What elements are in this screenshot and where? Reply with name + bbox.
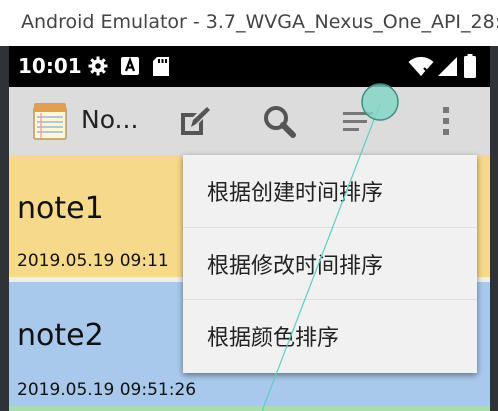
sort-by-created-time-item[interactable]: 根据创建时间排序 xyxy=(183,155,477,227)
status-time: 10:01 xyxy=(18,54,82,78)
notepad-app-icon xyxy=(33,103,67,140)
note-list-item[interactable] xyxy=(9,406,490,411)
sort-by-color-item[interactable]: 根据颜色排序 xyxy=(183,299,477,371)
a-notification-icon xyxy=(121,56,139,75)
window-edge-left xyxy=(0,46,9,411)
sort-popup-menu: 根据创建时间排序 根据修改时间排序 根据颜色排序 xyxy=(183,155,477,373)
window-edge-right xyxy=(490,46,498,411)
battery-icon xyxy=(464,54,476,78)
sort-button[interactable] xyxy=(336,99,380,143)
search-icon xyxy=(264,106,296,138)
note-title: note1 xyxy=(17,191,104,226)
search-button[interactable] xyxy=(257,99,301,143)
note-date: 2019.05.19 09:51:26 xyxy=(17,380,197,400)
app-title: No... xyxy=(81,105,139,134)
gear-icon xyxy=(88,56,108,76)
wifi-icon xyxy=(408,57,434,76)
status-bar: 10:01 xyxy=(9,46,490,87)
overflow-menu-icon xyxy=(443,107,449,135)
device-screen: 10:01 No... note1 2019.05.19 09:11 note2… xyxy=(9,46,490,411)
action-bar: No... xyxy=(9,87,490,155)
overflow-menu-button[interactable] xyxy=(424,99,468,143)
note-title: note2 xyxy=(17,318,104,353)
new-note-button[interactable] xyxy=(172,99,216,143)
note-date: 2019.05.19 09:11 xyxy=(17,251,169,271)
emulator-window-title: Android Emulator - 3.7_WVGA_Nexus_One_AP… xyxy=(0,0,498,46)
sort-by-modified-time-item[interactable]: 根据修改时间排序 xyxy=(183,227,477,299)
sd-card-icon xyxy=(153,57,169,76)
sort-icon xyxy=(343,112,373,131)
new-note-icon xyxy=(181,107,210,135)
signal-icon xyxy=(438,57,457,76)
